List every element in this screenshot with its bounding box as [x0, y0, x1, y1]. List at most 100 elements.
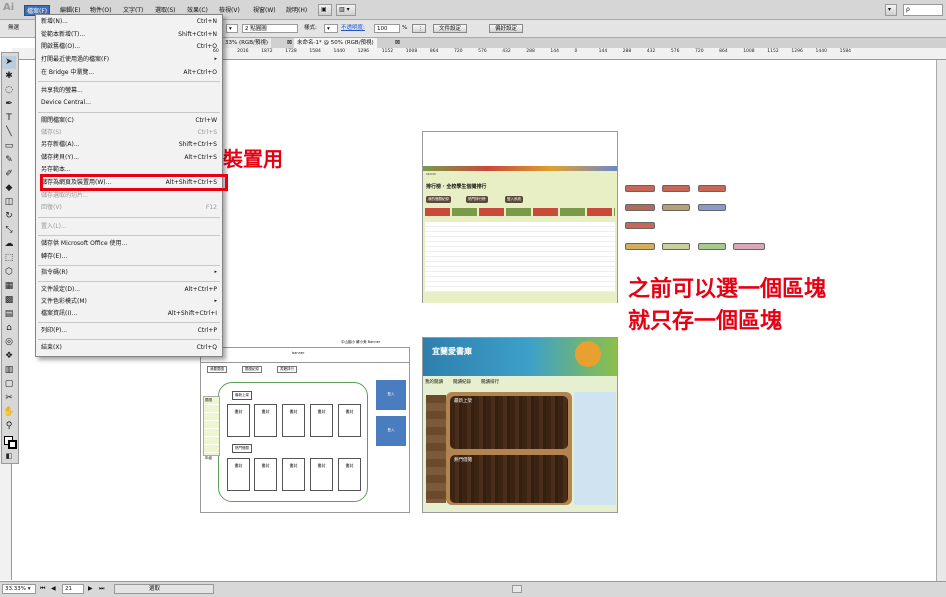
artboard-number-field[interactable]: 21 [62, 584, 84, 594]
swatch-button-3[interactable] [698, 185, 726, 192]
document-setup-button[interactable]: 文件設定 [433, 24, 468, 33]
menu-item-save-as[interactable]: 另存新檔(A)... Shift+Ctrl+S [41, 139, 217, 150]
graph-tool-icon[interactable]: ▥ [2, 364, 16, 377]
menu-item-save-for-office[interactable]: 儲存供 Microsoft Office 使用... [41, 238, 217, 249]
previous-artboard-icon[interactable]: ◀ [51, 585, 56, 592]
rank-button-history[interactable]: 我的借閱紀錄 [426, 196, 451, 203]
menu-item-document-color-mode[interactable]: 文件色彩模式(M) ▸ [41, 296, 217, 307]
swatch-button-7[interactable] [625, 222, 655, 229]
zoom-field[interactable]: 33.33% ▾ [2, 584, 36, 594]
menu-item-revert[interactable]: 回復(V) F12 [41, 202, 217, 213]
menu-item-open[interactable]: 開啟舊檔(O)... Ctrl+O [41, 41, 217, 52]
menu-item-file-info[interactable]: 檔案資訊(I)... Alt+Shift+Ctrl+I [41, 308, 217, 319]
swatch-button-9[interactable] [662, 243, 690, 250]
selection-tool-icon[interactable]: ➤ [2, 56, 16, 69]
menu-item-save-copy[interactable]: 儲存拷貝(Y)... Alt+Ctrl+S [41, 152, 217, 163]
workspace-button[interactable]: ▾ [885, 4, 897, 16]
next-artboard-icon[interactable]: ▶ [88, 585, 93, 592]
menu-item-scripts[interactable]: 指令碼(R) ▸ [41, 267, 217, 278]
warp-tool-icon[interactable]: ☁ [2, 238, 16, 251]
rank-button-popular[interactable]: 熱門排行榜 [466, 196, 488, 203]
menu-item-device-central[interactable]: Device Central... [41, 97, 217, 108]
menu-item-open-recent[interactable]: 打開最近使用過的檔案(F) ▸ [41, 54, 217, 65]
menu-item-close[interactable]: 關閉檔案(C) Ctrl+W [41, 115, 217, 126]
preferences-button[interactable]: 偏好設定 [489, 24, 524, 33]
swatch-button-8[interactable] [625, 243, 655, 250]
eyedropper-tool-icon[interactable]: ⌂ [2, 322, 16, 335]
mesh-tool-icon[interactable]: ▩ [2, 294, 16, 307]
swatch-button-2[interactable] [662, 185, 690, 192]
home-nav-3[interactable]: 閱讀排行 [481, 379, 499, 385]
ruler-tick-label: 144 [550, 49, 559, 54]
home-nav-1[interactable]: 我的閱讀 [425, 379, 443, 385]
zoom-tool-icon[interactable]: ⚲ [2, 420, 16, 433]
menu-item-new-from-template[interactable]: 從範本新增(T)... Shift+Ctrl+N [41, 29, 217, 40]
slice-tool-icon[interactable]: ✂ [2, 392, 16, 405]
pencil-tool-icon[interactable]: ✐ [2, 168, 16, 181]
home-nav-2[interactable]: 閱讀紀錄 [453, 379, 471, 385]
swatch-button-4[interactable] [625, 204, 655, 211]
status-mode-dropdown[interactable]: 選取 [114, 584, 214, 594]
rectangle-tool-icon[interactable]: ▭ [2, 140, 16, 153]
first-artboard-icon[interactable]: ⏮ [40, 585, 45, 593]
blob-brush-tool-icon[interactable]: ◆ [2, 182, 16, 195]
menu-item-new[interactable]: 新增(N)... Ctrl+N [41, 16, 217, 27]
close-icon[interactable]: ⊠ [392, 38, 403, 48]
ruler-tick-label: 0 [574, 49, 578, 54]
menu-item-save[interactable]: 儲存(S) Ctrl+S [41, 127, 217, 138]
rank-button-login[interactable]: 登入系統 [505, 196, 523, 203]
search-input[interactable]: ρ [903, 4, 943, 16]
lasso-tool-icon[interactable]: ◌ [2, 84, 16, 97]
pen-tool-icon[interactable]: ✒ [2, 98, 16, 111]
artboard-tool-icon[interactable]: ▢ [2, 378, 16, 391]
magic-wand-tool-icon[interactable]: ✱ [2, 70, 16, 83]
swatch-button-10[interactable] [698, 243, 726, 250]
menu-item-browse-bridge[interactable]: 在 Bridge 中瀏覽... Alt+Ctrl+O [41, 67, 217, 78]
swatch-button-5[interactable] [662, 204, 690, 211]
wire-nav-2[interactable]: 閱讀紀錄 [242, 366, 262, 373]
stroke-weight-dropdown[interactable]: ▾ [226, 24, 238, 33]
menu-item-place[interactable]: 置入(L)... [41, 221, 217, 232]
brush-dropdown[interactable]: 2 點圓圓 [242, 24, 298, 33]
arrange-documents-button[interactable]: ▥ ▾ [336, 4, 356, 16]
symbol-sprayer-tool-icon[interactable]: ❖ [2, 350, 16, 363]
tab-document-2[interactable]: 未命名-1* @ 50% (RGB/預視) [294, 38, 377, 48]
line-tool-icon[interactable]: ╲ [2, 126, 16, 139]
menu-window[interactable]: 視窗(W) [251, 5, 278, 16]
align-icon[interactable]: ⋮ [412, 24, 426, 33]
style-dropdown[interactable]: ▾ [324, 24, 338, 33]
wire-book-cell: 書封 [310, 458, 333, 491]
menu-item-exit[interactable]: 結束(X) Ctrl+Q [41, 342, 217, 353]
stroke-swatch[interactable] [8, 440, 17, 449]
blend-tool-icon[interactable]: ◎ [2, 336, 16, 349]
hand-tool-icon[interactable]: ✋ [2, 406, 16, 419]
type-tool-icon[interactable]: T [2, 112, 16, 125]
perspective-grid-tool-icon[interactable]: ▦ [2, 280, 16, 293]
rotate-tool-icon[interactable]: ↻ [2, 210, 16, 223]
wire-nav-1[interactable]: 我要閱讀 [207, 366, 227, 373]
menu-item-document-setup[interactable]: 文件設定(D)... Alt+Ctrl+P [41, 284, 217, 295]
tab-document-1[interactable]: 33% (RGB/預視) [222, 38, 271, 48]
gradient-tool-icon[interactable]: ▤ [2, 308, 16, 321]
menu-item-print[interactable]: 列印(P)... Ctrl+P [41, 325, 217, 336]
free-transform-tool-icon[interactable]: ⬚ [2, 252, 16, 265]
horizontal-scroll-thumb[interactable] [512, 585, 522, 593]
swatch-button-1[interactable] [625, 185, 655, 192]
menu-item-save-selected-slices[interactable]: 儲存選取的切片... [41, 190, 217, 201]
shape-builder-tool-icon[interactable]: ⬡ [2, 266, 16, 279]
menu-item-share-screen[interactable]: 共享我的螢幕... [41, 85, 217, 96]
menu-item-export[interactable]: 轉存(E)... [41, 251, 217, 262]
opacity-label[interactable]: 不透明度: [341, 24, 365, 33]
menu-help[interactable]: 說明(H) [284, 5, 309, 16]
last-artboard-icon[interactable]: ⏭ [99, 585, 104, 593]
vertical-scrollbar[interactable] [936, 60, 946, 581]
eraser-tool-icon[interactable]: ◫ [2, 196, 16, 209]
wire-nav-3[interactable]: 書籍排行 [277, 366, 297, 373]
paintbrush-tool-icon[interactable]: ✎ [2, 154, 16, 167]
scale-tool-icon[interactable]: ⤡ [2, 224, 16, 237]
opacity-input[interactable]: 100 [374, 24, 400, 33]
drawing-mode-icon[interactable]: ◧ [2, 450, 16, 463]
swatch-button-6[interactable] [698, 204, 726, 211]
bridge-button[interactable]: ▣ [318, 4, 332, 16]
swatch-button-11[interactable] [733, 243, 765, 250]
